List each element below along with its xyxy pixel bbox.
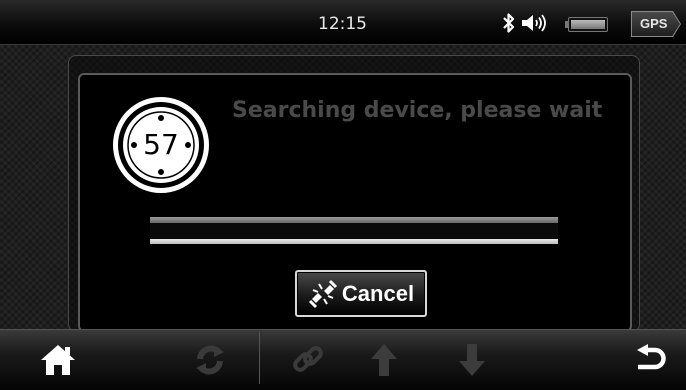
arrow-down-icon bbox=[459, 344, 485, 376]
speaker-volume-icon bbox=[522, 14, 546, 32]
home-button[interactable] bbox=[36, 338, 80, 382]
battery-icon bbox=[565, 17, 608, 32]
link-button[interactable] bbox=[286, 338, 330, 382]
progress-bar-track-bottom bbox=[150, 239, 558, 244]
bottom-toolbar bbox=[0, 329, 686, 390]
broken-link-icon bbox=[308, 279, 337, 308]
cancel-button[interactable]: Cancel bbox=[295, 270, 427, 317]
arrow-up-icon bbox=[371, 344, 397, 376]
move-down-button[interactable] bbox=[450, 338, 494, 382]
cancel-label: Cancel bbox=[341, 280, 415, 306]
bluetooth-icon bbox=[503, 13, 515, 33]
refresh-icon bbox=[196, 345, 224, 375]
status-bar: 12:15 GPS bbox=[0, 0, 686, 45]
move-up-button[interactable] bbox=[362, 338, 406, 382]
back-button[interactable] bbox=[628, 338, 672, 382]
clock: 12:15 bbox=[318, 14, 367, 34]
gps-button[interactable]: GPS bbox=[632, 12, 680, 36]
refresh-button[interactable] bbox=[188, 338, 232, 382]
toolbar-divider bbox=[259, 332, 260, 384]
progress-bar-track-top bbox=[150, 217, 558, 223]
link-icon bbox=[293, 346, 323, 372]
back-icon bbox=[637, 344, 666, 370]
dialog-message: Searching device, please wait bbox=[232, 98, 603, 123]
satellite-count: 57 bbox=[143, 128, 179, 161]
home-icon bbox=[41, 345, 75, 375]
